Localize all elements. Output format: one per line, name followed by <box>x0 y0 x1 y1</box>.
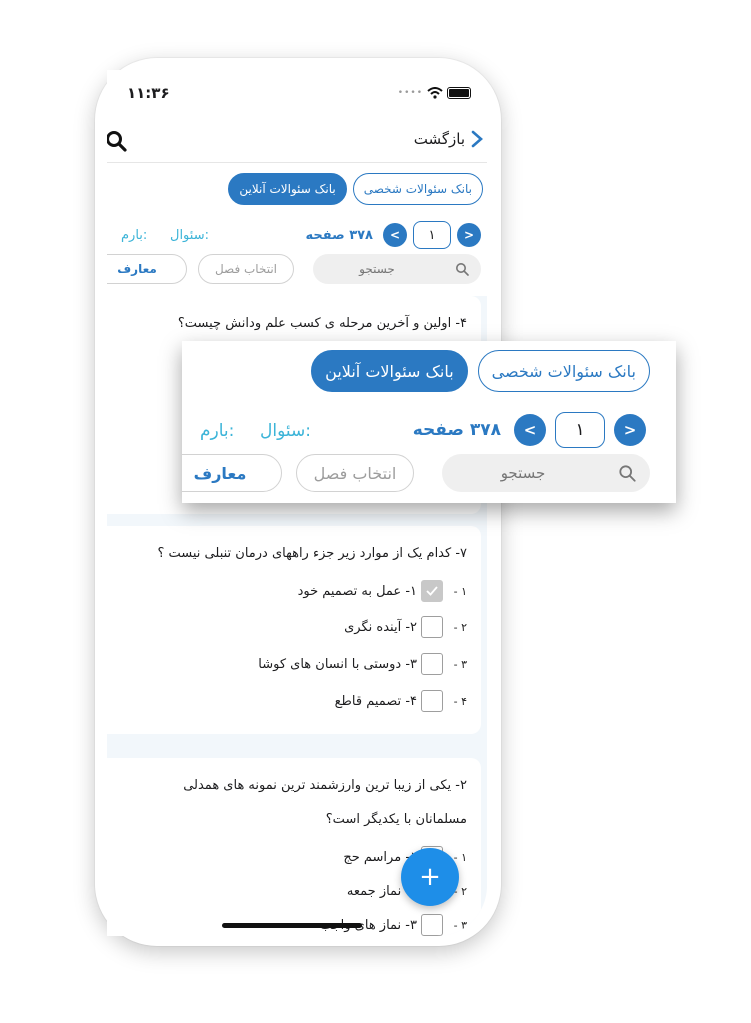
search-icon <box>456 263 469 276</box>
back-label: بازگشت <box>413 130 465 148</box>
search-icon[interactable] <box>107 130 127 152</box>
search-icon <box>619 465 636 482</box>
home-indicator <box>222 923 362 928</box>
pagination: < ۱ > ۳۷۸ صفحه <box>305 221 481 249</box>
battery-icon <box>447 87 471 99</box>
bank-tabs-zoomed: بانک سئوالات شخصی بانک سئوالات آنلاین <box>311 350 650 392</box>
answer-option[interactable]: ۱ - ۱- عمل به تصمیم خود <box>298 580 467 602</box>
checkbox[interactable] <box>421 580 443 602</box>
checkbox[interactable] <box>421 914 443 936</box>
prev-page-button[interactable]: < <box>457 223 481 247</box>
tab-online-bank[interactable]: بانک سئوالات آنلاین <box>228 173 347 205</box>
search-field[interactable] <box>313 254 481 284</box>
pagination-zoomed: < ۱ > ۳۷۸ صفحه <box>413 412 646 448</box>
check-icon <box>426 586 438 596</box>
answer-option[interactable]: ۲ - ۲- آینده نگری <box>344 616 467 638</box>
page-number-field[interactable]: ۱ <box>413 221 451 249</box>
score-label: بارم: <box>121 228 148 243</box>
back-button[interactable]: بازگشت <box>414 130 483 148</box>
filters-row-zoomed: انتخاب فصل معارف <box>182 454 650 492</box>
answer-option[interactable]: ۳ - ۳- دوستی با انسان های کوشا <box>258 653 467 675</box>
search-input[interactable] <box>325 261 429 277</box>
add-question-button[interactable]: + <box>401 848 459 906</box>
question-label: سئوال: <box>260 421 311 441</box>
filters-row: انتخاب فصل معارف <box>107 254 481 284</box>
checkbox[interactable] <box>421 690 443 712</box>
next-page-button[interactable]: > <box>383 223 407 247</box>
question-card[interactable]: ۲- یکی از زیبا ترین وارزشمند ترین نمونه … <box>107 758 481 936</box>
search-field[interactable] <box>442 454 650 492</box>
chapter-select[interactable]: انتخاب فصل <box>198 254 294 284</box>
page-count: ۳۷۸ صفحه <box>305 227 373 243</box>
search-input[interactable] <box>456 463 590 483</box>
checkbox[interactable] <box>421 616 443 638</box>
tab-personal-bank[interactable]: بانک سئوالات شخصی <box>352 173 483 205</box>
question-text: ۴- اولین و آخرین مرحله ی کسب علم ودانش چ… <box>177 316 467 331</box>
bank-tabs: بانک سئوالات شخصی بانک سئوالات آنلاین <box>228 173 483 205</box>
question-text-line2: مسلمانان با یکدیگر است؟ <box>325 812 467 827</box>
status-time: ۱۱:۳۶ <box>127 84 170 102</box>
prev-page-button[interactable]: < <box>614 414 646 446</box>
tab-online-bank[interactable]: بانک سئوالات آنلاین <box>311 350 468 392</box>
status-icons: •••• <box>398 87 471 99</box>
subject-select[interactable]: معارف <box>182 454 282 492</box>
page-number-field[interactable]: ۱ <box>555 412 605 448</box>
wifi-icon <box>427 87 443 99</box>
question-text: ۷- کدام یک از موارد زیر جزء راههای درمان… <box>157 546 467 561</box>
question-label: سئوال: <box>170 228 209 243</box>
answer-option[interactable]: ۴ - ۴- تصمیم قاطع <box>335 690 467 712</box>
signal-icon: •••• <box>397 88 423 98</box>
page-count: ۳۷۸ صفحه <box>412 420 501 440</box>
next-page-button[interactable]: > <box>514 414 546 446</box>
checkbox[interactable] <box>421 653 443 675</box>
notch <box>192 70 402 102</box>
chapter-select[interactable]: انتخاب فصل <box>296 454 414 492</box>
score-label: بارم: <box>200 421 235 441</box>
tab-personal-bank[interactable]: بانک سئوالات شخصی <box>477 350 650 392</box>
question-card[interactable]: ۷- کدام یک از موارد زیر جزء راههای درمان… <box>107 526 481 734</box>
nav-bar: بازگشت <box>107 122 487 163</box>
app-screen: ۱۱:۳۶ •••• بازگشت بانک سئوالات شخصی بانک… <box>107 70 487 936</box>
chevron-right-icon <box>471 130 483 148</box>
zoom-callout: بانک سئوالات شخصی بانک سئوالات آنلاین < … <box>182 341 676 503</box>
subject-select[interactable]: معارف <box>107 254 187 284</box>
question-text: ۲- یکی از زیبا ترین وارزشمند ترین نمونه … <box>183 778 467 793</box>
